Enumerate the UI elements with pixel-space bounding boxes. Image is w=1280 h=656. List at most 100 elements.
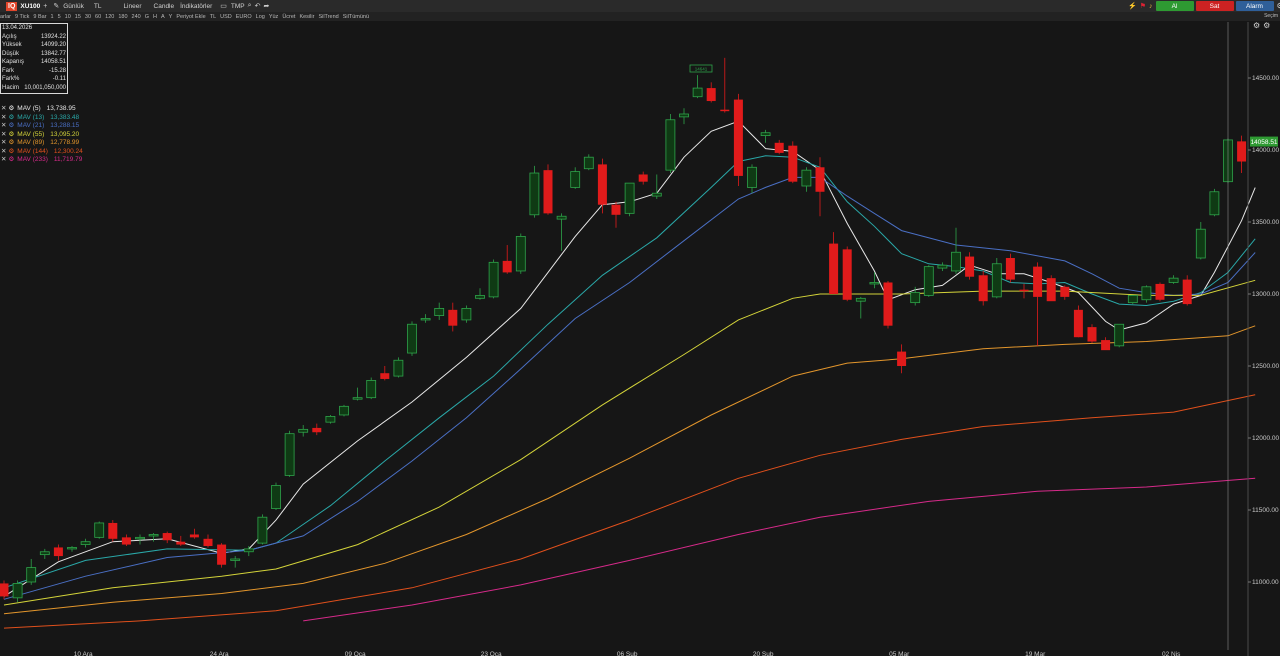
period-button[interactable]: 180 [118, 14, 127, 20]
legend-item[interactable]: ✕ ⚙ MAV (144) 12,300.24 [1, 148, 83, 157]
candle-body [529, 172, 540, 216]
remove-icon[interactable]: ✕ [1, 114, 6, 121]
period-button[interactable]: SilTrend [318, 14, 338, 20]
candle-body [434, 307, 445, 316]
remove-icon[interactable]: ✕ [1, 131, 6, 138]
period-button[interactable]: TL [210, 14, 216, 20]
period-button[interactable]: Yüz [269, 14, 278, 20]
gear-icon[interactable]: ⚙ [1253, 21, 1263, 30]
gear-icon[interactable]: ⚙ [8, 148, 14, 155]
candle-body [842, 249, 852, 300]
candle-body [217, 544, 227, 565]
period-button[interactable]: Y [169, 14, 173, 20]
candle-body [1114, 323, 1125, 347]
period-button[interactable]: 60 [95, 14, 101, 20]
period-button[interactable]: Periyot Ekle [176, 14, 205, 20]
gear-icon[interactable]: ⚙ [8, 156, 14, 163]
info-value: 13842.77 [40, 50, 66, 57]
period-button[interactable]: 1 [51, 14, 54, 20]
legend-item[interactable]: ✕ ⚙ MAV (5) 13,738.95 [1, 105, 83, 114]
plus-icon[interactable]: + [43, 3, 47, 10]
period-button[interactable]: Ücret [282, 14, 295, 20]
period-button[interactable]: SilTümünü [343, 14, 369, 20]
candle-body [1046, 278, 1056, 302]
gear-icon[interactable]: ⚙ [8, 139, 14, 146]
period-button[interactable]: 10 [65, 14, 71, 20]
gear-icon[interactable]: ⚙ [8, 131, 14, 138]
period-button[interactable]: 120 [105, 14, 114, 20]
candle-body [570, 171, 581, 188]
remove-icon[interactable]: ✕ [1, 156, 6, 163]
scale-selector[interactable]: Lineer [123, 3, 141, 10]
legend-value: 13,095.20 [50, 130, 80, 138]
remove-icon[interactable]: ✕ [1, 105, 6, 112]
period-button[interactable]: EURO [236, 14, 252, 20]
candle-body [203, 538, 213, 546]
edit-icon[interactable]: ✎ [53, 2, 59, 10]
legend-label: MAV (21) [17, 122, 45, 129]
period-button[interactable]: A [161, 14, 165, 20]
alarm-button[interactable]: Alarm [1235, 1, 1274, 11]
period-button[interactable]: 240 [132, 14, 141, 20]
chart-type-selector[interactable]: Candle [154, 3, 175, 10]
candle [1046, 275, 1056, 302]
indicators-menu[interactable]: İndikatörler [180, 3, 212, 10]
gear-icon[interactable]: ⚙ [1277, 2, 1280, 10]
info-date: 13.04.2026 [2, 25, 33, 31]
remove-icon[interactable]: ✕ [1, 148, 6, 155]
interval-selector[interactable]: Günlük [63, 3, 84, 10]
legend-label: MAV (144) [17, 147, 48, 155]
search-icon[interactable]: ⌕ [248, 2, 252, 10]
buy-button[interactable]: Al [1155, 1, 1194, 11]
legend-item[interactable]: ✕ ⚙ MAV (21) 13,288.15 [1, 122, 83, 131]
symbol-selector[interactable]: XU100 [20, 3, 40, 10]
legend-item[interactable]: ✕ ⚙ MAV (55) 13,095.20 [1, 131, 83, 140]
y-tick-label: 12000.00 [1252, 435, 1279, 442]
legend-item[interactable]: ✕ ⚙ MAV (13) 13,383.48 [1, 114, 83, 123]
remove-icon[interactable]: ✕ [1, 139, 6, 146]
bell-icon[interactable]: ♪ [1149, 3, 1153, 10]
candle-body [611, 204, 621, 215]
currency-selector[interactable]: TL [94, 3, 102, 10]
candle-body [937, 264, 948, 269]
legend-item[interactable]: ✕ ⚙ MAV (89) 12,778.99 [1, 139, 83, 148]
period-button[interactable]: H [153, 14, 157, 20]
peak-label: 14641 [695, 67, 708, 72]
gear-icon[interactable]: ⚙ [8, 105, 14, 112]
lightning-icon[interactable]: ⚡ [1128, 2, 1137, 10]
period-button[interactable]: arlar [0, 14, 11, 20]
candle-body [1195, 228, 1206, 259]
period-button[interactable]: Log [256, 14, 265, 20]
candle [257, 514, 268, 545]
period-button[interactable]: G [145, 14, 149, 20]
remove-icon[interactable]: ✕ [1, 122, 6, 129]
undo-icon[interactable]: ↶ [255, 2, 261, 10]
period-button[interactable]: 5 [58, 14, 61, 20]
period-button[interactable]: 15 [75, 14, 81, 20]
price-chart[interactable]: 14500.00 14000.00 13500.00 13000.00 12500.00… [0, 0, 1280, 656]
period-button[interactable]: Kesilir [299, 14, 314, 20]
candle [515, 233, 526, 274]
template-selector[interactable]: TMP [231, 3, 245, 10]
share-icon[interactable]: ➦ [263, 2, 269, 10]
gear-icon[interactable]: ⚙ [8, 122, 14, 129]
gear-icon[interactable]: ⚙ [8, 114, 14, 121]
candle-body [965, 256, 975, 277]
period-button[interactable]: 9 Tick [15, 14, 29, 20]
price-axis[interactable]: 14500.00 14000.00 13500.00 13000.00 12500.00… [1248, 75, 1279, 586]
gear-icon[interactable]: ⚙ [1263, 21, 1273, 30]
period-button[interactable]: 30 [85, 14, 91, 20]
legend-item[interactable]: ✕ ⚙ MAV (233) 11,719.79 [1, 156, 83, 165]
flag-icon[interactable]: ⚑ [1140, 2, 1146, 10]
sell-button[interactable]: Sat [1195, 1, 1234, 11]
y-tick-label: 14000.00 [1252, 147, 1279, 154]
candle-body [1005, 258, 1015, 280]
period-button[interactable]: 9 Bar [33, 14, 46, 20]
candle-body [121, 537, 131, 545]
candle-body [1182, 279, 1192, 305]
candle-body [597, 164, 607, 205]
folder-icon[interactable]: ▭ [220, 2, 227, 10]
legend-label: MAV (5) [17, 105, 41, 112]
candle [1182, 275, 1192, 306]
period-button[interactable]: USD [220, 14, 232, 20]
